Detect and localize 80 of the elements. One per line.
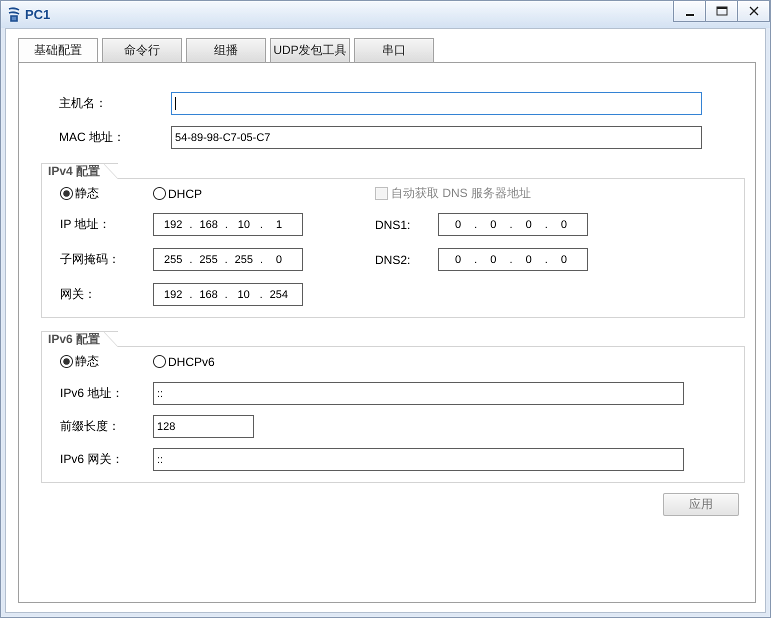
octet-value: 168 xyxy=(199,218,218,230)
field-label: 子网掩码： xyxy=(60,251,121,268)
octet-value: 0 xyxy=(274,254,284,266)
octet-separator: . xyxy=(189,288,192,300)
ip-address-field[interactable]: 0 . 0 . 0 . 0 xyxy=(438,248,588,271)
octet-value: 10 xyxy=(236,218,252,230)
ip-address-field[interactable]: 192 . 168 . 10 . 254 xyxy=(153,283,303,306)
tab[interactable]: 命令行 xyxy=(102,38,182,62)
radio-label: 静态 xyxy=(75,185,99,202)
tab[interactable]: UDP发包工具 xyxy=(270,38,350,62)
octet-separator: . xyxy=(224,254,228,266)
radio-button[interactable] xyxy=(60,355,73,368)
ip-address-field[interactable]: 255 . 255 . 255 . 0 xyxy=(153,248,303,271)
octet-value: 0 xyxy=(560,218,568,230)
input-field[interactable]: 128 xyxy=(153,415,254,438)
tab[interactable]: 基础配置 xyxy=(18,38,98,62)
octet-value: 0 xyxy=(524,218,533,230)
octet-separator: . xyxy=(260,288,263,300)
field-label: DNS2: xyxy=(375,252,412,266)
field-label: MAC 地址： xyxy=(59,129,126,146)
octet-value: 0 xyxy=(560,254,568,266)
octet-value: 254 xyxy=(270,288,288,300)
octet-value: 0 xyxy=(489,218,498,230)
network-icon xyxy=(7,6,21,22)
close-icon xyxy=(748,6,758,16)
close-button[interactable] xyxy=(737,1,770,22)
octet-value: 0 xyxy=(454,254,462,266)
octet-separator: . xyxy=(509,254,512,266)
octet-separator: . xyxy=(224,288,228,300)
minimize-icon xyxy=(686,14,694,16)
input-field[interactable]: :: xyxy=(153,448,684,471)
hostname-field[interactable] xyxy=(171,92,702,115)
field-label: DNS1: xyxy=(375,218,412,232)
input-field[interactable]: :: xyxy=(153,382,684,405)
octet-separator: . xyxy=(260,254,264,266)
field-label: IPv6 网关： xyxy=(60,451,124,468)
octet-value: 192 xyxy=(164,218,182,230)
maximize-button[interactable] xyxy=(705,1,738,22)
window-title: PC1 xyxy=(25,7,50,22)
field-label: 主机名： xyxy=(59,95,108,112)
radio-button[interactable] xyxy=(60,187,73,200)
group-title: IPv4 配置 xyxy=(41,163,118,179)
octet-separator: . xyxy=(224,218,228,230)
octet-separator: . xyxy=(544,218,548,230)
field-label: IPv6 地址： xyxy=(60,385,124,402)
octet-separator: . xyxy=(189,218,192,230)
octet-separator: . xyxy=(474,254,478,266)
field-label: IP 地址： xyxy=(60,216,112,233)
octet-value: 255 xyxy=(164,254,182,266)
octet-value: 192 xyxy=(164,288,182,300)
octet-value: 0 xyxy=(489,254,498,266)
octet-value: 1 xyxy=(274,218,284,230)
checkbox-label: 自动获取 DNS 服务器地址 xyxy=(391,185,532,202)
octet-value: 0 xyxy=(454,218,462,230)
octet-separator: . xyxy=(509,218,512,230)
octet-separator: . xyxy=(544,254,548,266)
mac-address-field[interactable]: 54-89-98-C7-05-C7 xyxy=(171,126,702,149)
radio-button[interactable] xyxy=(153,355,166,368)
octet-separator: . xyxy=(474,218,478,230)
maximize-icon xyxy=(716,6,728,16)
group-title: IPv6 配置 xyxy=(41,331,118,347)
octet-value: 255 xyxy=(234,254,254,266)
radio-button[interactable] xyxy=(153,187,166,200)
octet-separator: . xyxy=(189,254,192,266)
octet-value: 255 xyxy=(199,254,218,266)
radio-label: DHCP xyxy=(168,186,202,200)
minimize-button[interactable] xyxy=(673,1,706,22)
octet-value: 10 xyxy=(236,288,251,300)
ip-address-field[interactable]: 192 . 168 . 10 . 1 xyxy=(153,213,303,236)
octet-value: 0 xyxy=(524,254,533,266)
field-label: 前缀长度： xyxy=(60,418,121,435)
tab[interactable]: 组播 xyxy=(186,38,266,62)
radio-label: DHCPv6 xyxy=(168,354,215,368)
field-label: 网关： xyxy=(60,286,97,303)
tab[interactable]: 串口 xyxy=(354,38,434,62)
radio-label: 静态 xyxy=(75,353,99,370)
apply-button[interactable]: 应用 xyxy=(663,493,739,516)
ip-address-field[interactable]: 0 . 0 . 0 . 0 xyxy=(438,213,588,236)
octet-separator: . xyxy=(260,218,263,230)
octet-value: 168 xyxy=(199,288,218,300)
